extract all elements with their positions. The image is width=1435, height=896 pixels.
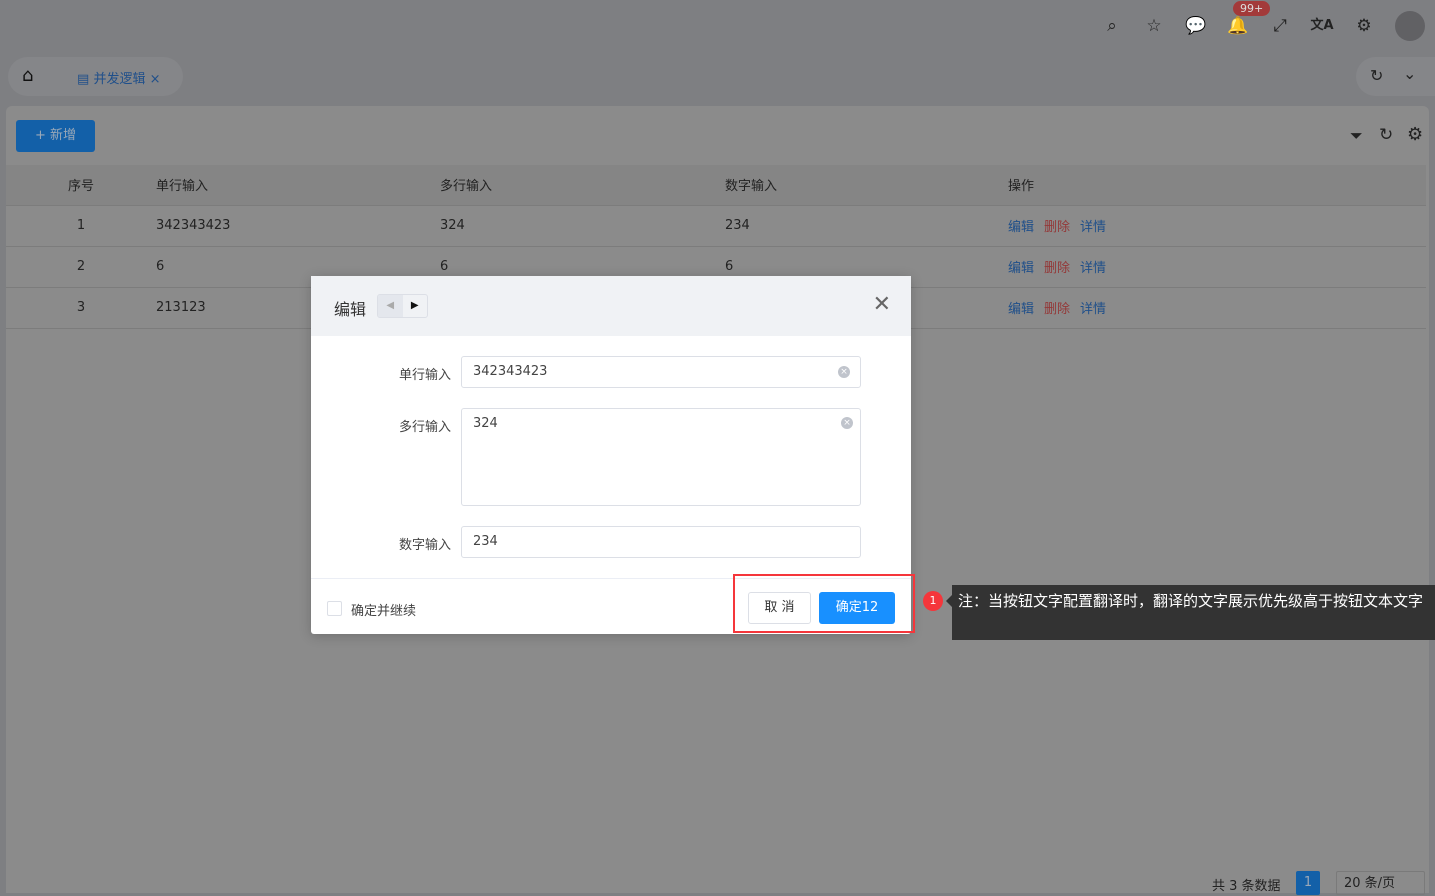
page-size-select[interactable]: 20 条/页	[1336, 871, 1425, 895]
delete-link[interactable]: 删除	[1044, 220, 1070, 235]
tab-close-icon[interactable]: ×	[150, 72, 161, 87]
clear-icon[interactable]: ×	[838, 366, 850, 378]
filter-icon[interactable]: ⏷	[1350, 126, 1363, 146]
record-nav: ◀ ▶	[377, 294, 428, 318]
tab-concurrency[interactable]: ▤ 并发逻辑 ×	[77, 68, 161, 87]
message-icon[interactable]: 💬	[1184, 14, 1208, 38]
gear-icon[interactable]: ⚙	[1352, 14, 1376, 38]
annotation-number: 1	[923, 591, 943, 611]
edit-link[interactable]: 编辑	[1008, 302, 1034, 317]
fullscreen-icon[interactable]: ⤢	[1268, 14, 1292, 38]
next-record-icon[interactable]: ▶	[403, 295, 428, 317]
prev-record-icon[interactable]: ◀	[378, 295, 403, 317]
notification-badge: 99+	[1233, 1, 1271, 16]
annotation-tooltip: 注：当按钮文字配置翻译时，翻译的文字展示优先级高于按钮文本文字	[946, 585, 1435, 640]
search-icon[interactable]: ⌕	[1100, 14, 1124, 38]
document-icon: ▤	[77, 72, 90, 87]
detail-link[interactable]: 详情	[1080, 302, 1106, 317]
table-row: 1 342343423 324 234 编辑 删除 详情	[6, 205, 1426, 247]
pagination-total: 共 3 条数据	[1212, 879, 1281, 894]
single-line-input[interactable]: 342343423 ×	[461, 356, 861, 388]
add-button[interactable]: + 新增	[16, 120, 95, 152]
edit-link[interactable]: 编辑	[1008, 261, 1034, 276]
annotation-highlight	[733, 574, 915, 633]
bell-icon[interactable]: 🔔	[1226, 14, 1250, 38]
home-icon[interactable]: ⌂	[22, 65, 33, 86]
clear-icon[interactable]: ×	[841, 417, 853, 429]
table-header: 序号 单行输入 多行输入 数字输入 操作	[6, 165, 1426, 206]
number-input[interactable]: 234	[461, 526, 861, 558]
detail-link[interactable]: 详情	[1080, 261, 1106, 276]
refresh-table-icon[interactable]: ↻	[1379, 125, 1393, 145]
settings-icon[interactable]: ⚙	[1407, 124, 1423, 145]
tab-actions	[1356, 57, 1435, 96]
star-icon[interactable]: ☆	[1142, 14, 1166, 38]
close-icon[interactable]: ✕	[873, 292, 891, 317]
edit-link[interactable]: 编辑	[1008, 220, 1034, 235]
page-1-button[interactable]: 1	[1296, 871, 1320, 895]
detail-link[interactable]: 详情	[1080, 220, 1106, 235]
translate-icon[interactable]: 文A	[1310, 14, 1334, 38]
delete-link[interactable]: 删除	[1044, 261, 1070, 276]
multi-line-textarea[interactable]: 324 ×	[461, 408, 861, 506]
avatar[interactable]	[1395, 11, 1425, 41]
refresh-icon[interactable]: ↻	[1370, 66, 1383, 85]
continue-checkbox[interactable]	[327, 601, 342, 616]
dialog-title: 编辑	[334, 300, 367, 319]
delete-link[interactable]: 删除	[1044, 302, 1070, 317]
chevron-down-icon[interactable]: ⌄	[1403, 64, 1416, 83]
